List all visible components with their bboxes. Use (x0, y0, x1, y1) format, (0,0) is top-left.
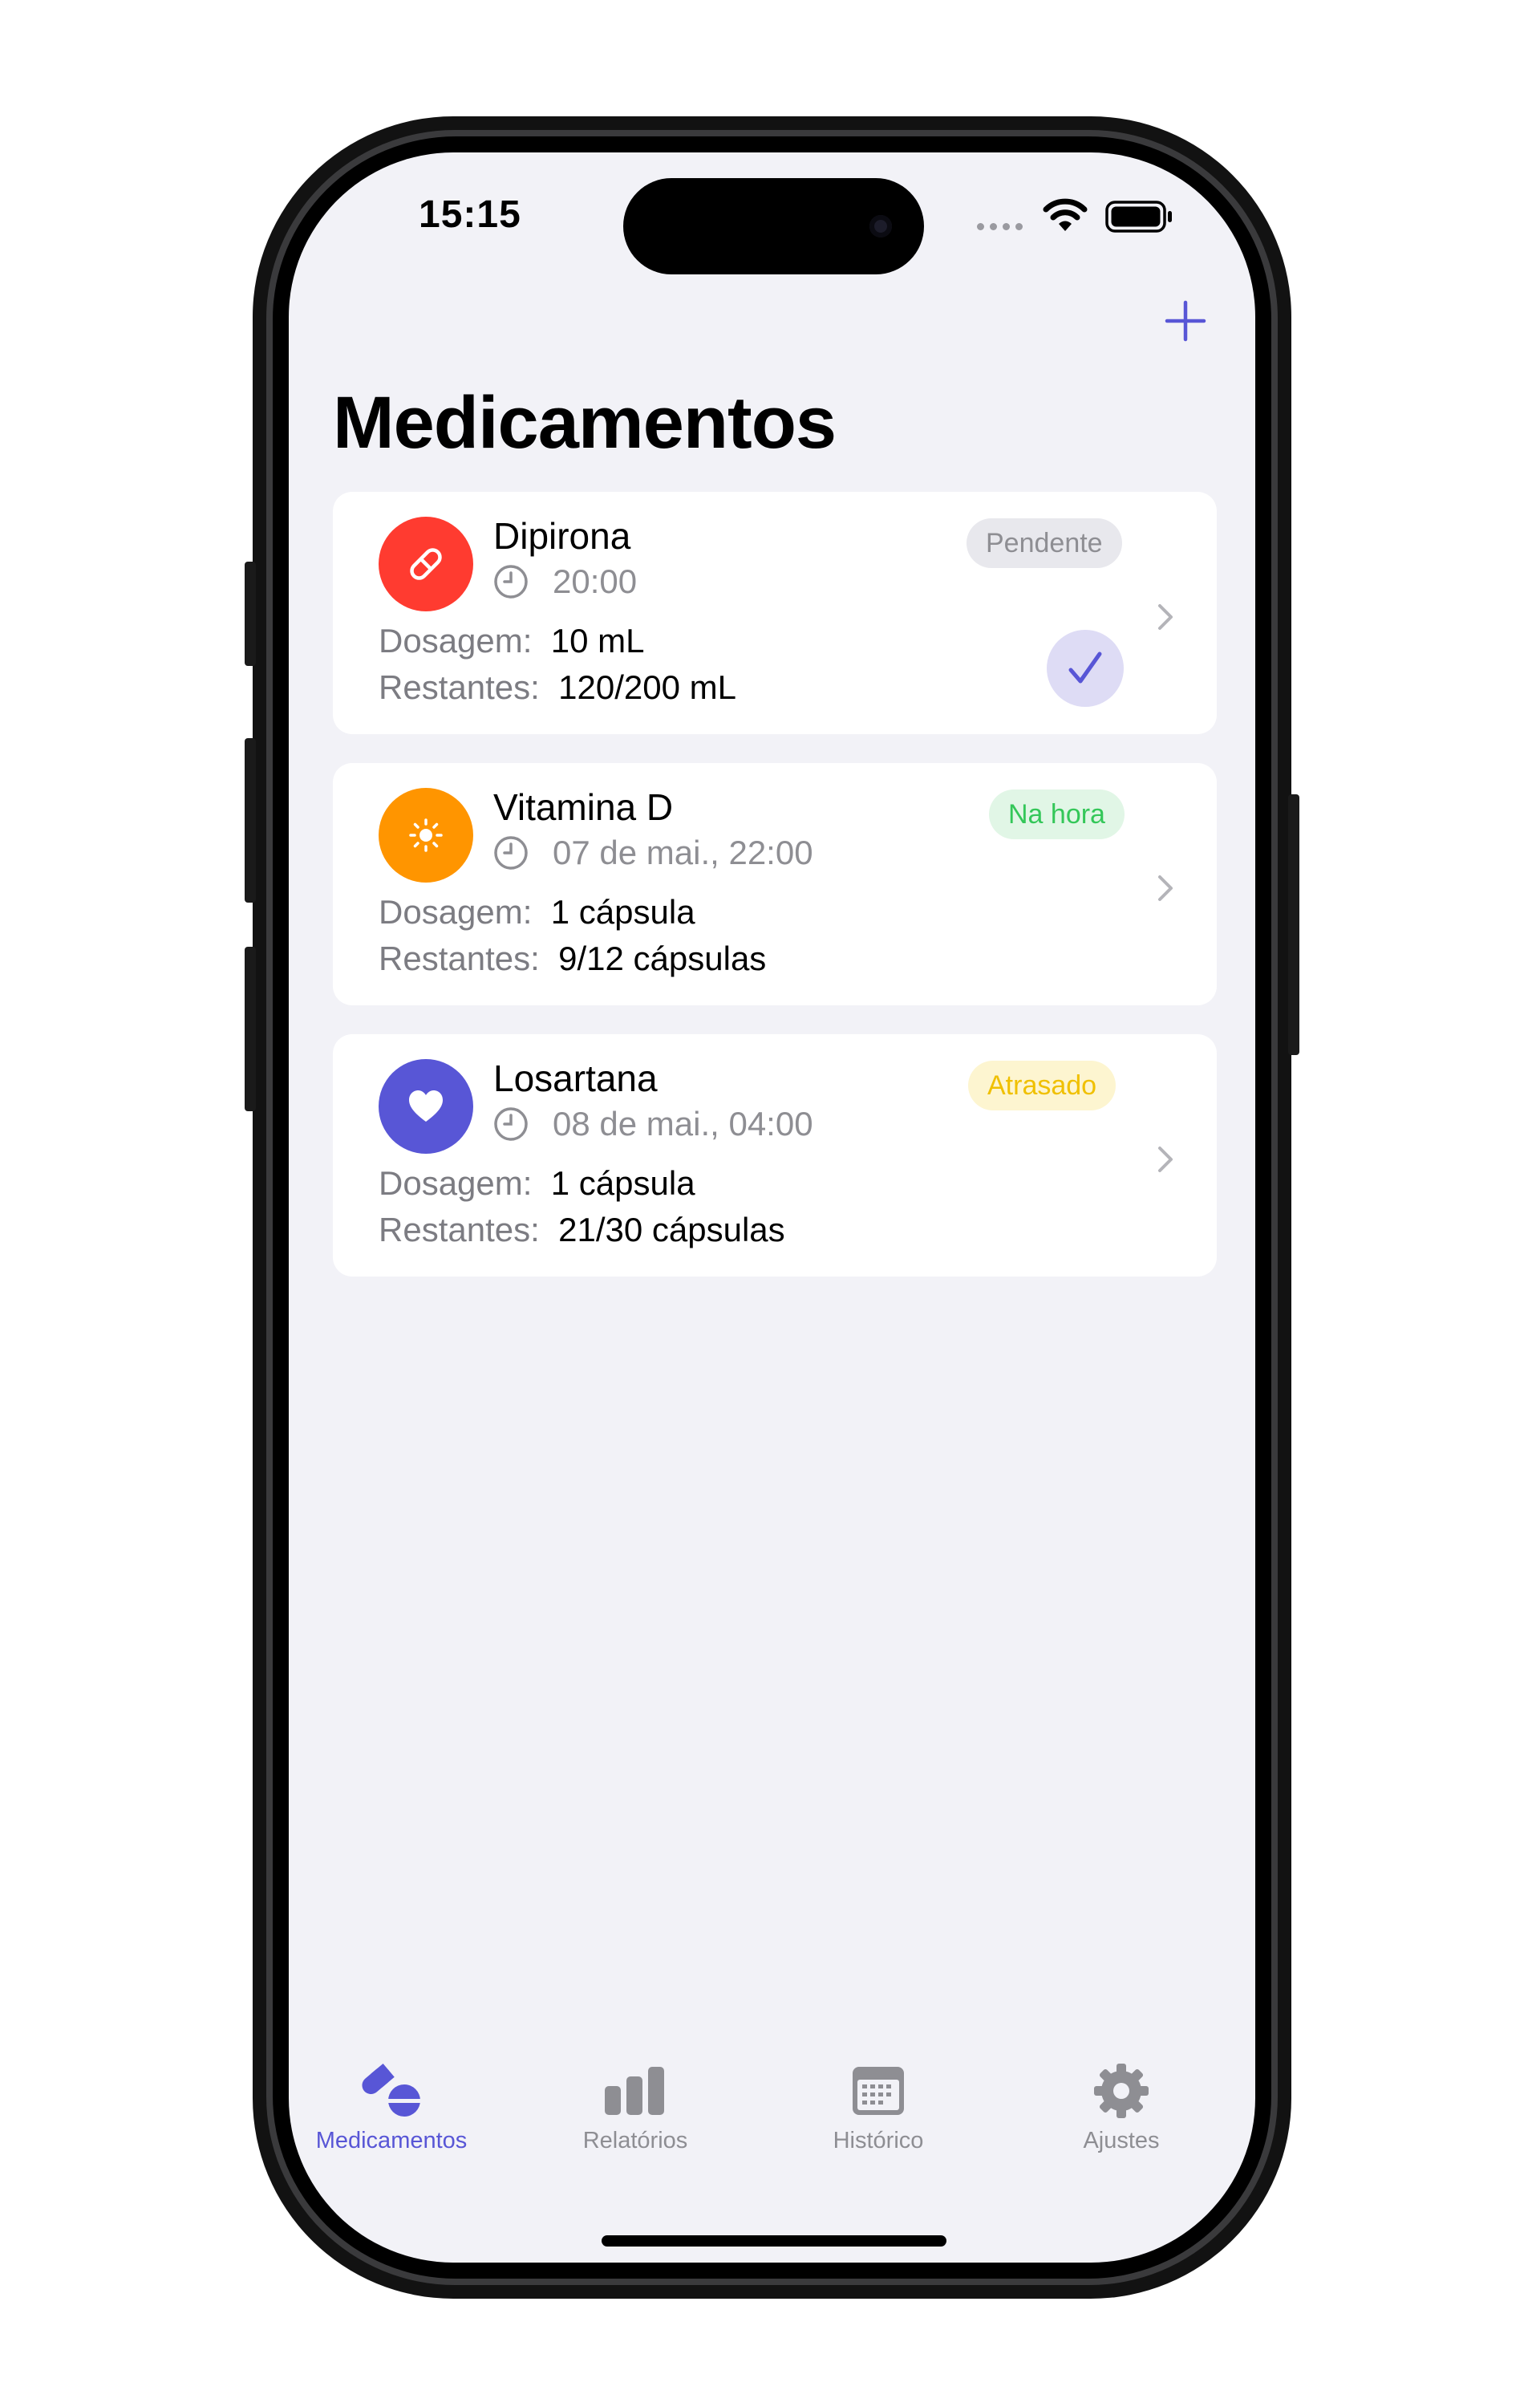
remaining-value: 21/30 cápsulas (558, 1211, 785, 1248)
pills-icon (362, 2063, 422, 2117)
bar-chart-icon (605, 2067, 664, 2115)
power-button (1288, 794, 1299, 1055)
tab-label: Histórico (833, 2128, 924, 2153)
home-indicator[interactable] (602, 2235, 946, 2247)
chevron-right-icon (1158, 875, 1173, 901)
tab-relatorios[interactable]: Relatórios (531, 2062, 740, 2154)
status-badge: Na hora (989, 789, 1125, 839)
tab-label: Relatórios (582, 2128, 688, 2153)
tab-bar: Medicamentos Relatórios Histórico Ajuste… (289, 2054, 1255, 2214)
battery-icon (1105, 201, 1172, 233)
remaining-label: Restantes: (379, 668, 540, 706)
dosage-label: Dosagem: (379, 893, 533, 931)
schedule-row: 07 de mai., 22:00 (493, 834, 813, 872)
medication-icon-badge (379, 1059, 473, 1154)
tab-historico[interactable]: Histórico (774, 2062, 983, 2154)
schedule-row: 08 de mai., 04:00 (493, 1105, 813, 1143)
chevron-right-icon (1158, 1147, 1173, 1172)
remaining-value: 9/12 cápsulas (558, 940, 767, 977)
dosage-value: 1 cápsula (550, 1164, 695, 1202)
volume-down-button (245, 947, 256, 1111)
pill-icon (410, 548, 442, 580)
dosage-row: Dosagem: 1 cápsula (379, 1164, 695, 1203)
medication-name: Losartana (493, 1057, 658, 1099)
tab-label: Ajustes (1083, 2128, 1160, 2153)
sun-icon (409, 818, 443, 852)
volume-up-button (245, 738, 256, 903)
dosage-label: Dosagem: (379, 622, 533, 660)
schedule-row: 20:00 (493, 562, 637, 601)
gear-icon (1094, 2064, 1149, 2118)
mark-taken-button[interactable] (1047, 630, 1124, 707)
tab-label: Medicamentos (315, 2128, 468, 2153)
page-title: Medicamentos (333, 382, 837, 464)
remaining-row: Restantes: 120/200 mL (379, 668, 736, 707)
dynamic-island (623, 178, 924, 274)
plus-icon (1165, 300, 1206, 342)
tab-ajustes[interactable]: Ajustes (1017, 2062, 1226, 2154)
chevron-right-icon (1158, 604, 1173, 630)
clock-icon (494, 565, 528, 599)
remaining-label: Restantes: (379, 940, 540, 977)
status-badge: Pendente (967, 518, 1122, 568)
medication-name: Vitamina D (493, 786, 674, 828)
add-medication-button[interactable] (1161, 297, 1210, 345)
clock-icon (494, 1107, 528, 1141)
heart-icon (409, 1090, 443, 1122)
medication-card[interactable]: Dipirona 20:00 Dosagem: 10 mL Restantes:… (333, 492, 1217, 734)
app-screen: 15:15 Medicamentos Dipirona 20:00 Dosage… (289, 152, 1255, 2263)
dosage-value: 10 mL (550, 622, 645, 660)
dosage-row: Dosagem: 10 mL (379, 622, 645, 660)
calendar-icon (853, 2067, 904, 2115)
medication-card[interactable]: Losartana 08 de mai., 04:00 Dosagem: 1 c… (333, 1034, 1217, 1277)
action-button (245, 562, 256, 666)
tab-medicamentos[interactable]: Medicamentos (289, 2062, 496, 2154)
schedule-time: 20:00 (553, 562, 638, 600)
medication-card[interactable]: Vitamina D 07 de mai., 22:00 Dosagem: 1 … (333, 763, 1217, 1005)
medication-icon-badge (379, 788, 473, 883)
schedule-time: 08 de mai., 04:00 (553, 1105, 813, 1143)
remaining-value: 120/200 mL (558, 668, 736, 706)
remaining-label: Restantes: (379, 1211, 540, 1248)
remaining-row: Restantes: 21/30 cápsulas (379, 1211, 785, 1249)
dosage-row: Dosagem: 1 cápsula (379, 893, 695, 932)
medication-icon-badge (379, 517, 473, 611)
clock-icon (494, 836, 528, 870)
checkmark-icon (1068, 651, 1102, 684)
dosage-value: 1 cápsula (550, 893, 695, 931)
medication-name: Dipirona (493, 515, 631, 557)
status-time: 15:15 (419, 193, 521, 236)
camera-icon (869, 215, 892, 237)
status-badge: Atrasado (968, 1061, 1116, 1110)
cellular-signal-icon (977, 223, 1023, 230)
schedule-time: 07 de mai., 22:00 (553, 834, 813, 871)
wifi-icon (1043, 198, 1088, 231)
dosage-label: Dosagem: (379, 1164, 533, 1202)
remaining-row: Restantes: 9/12 cápsulas (379, 940, 766, 978)
